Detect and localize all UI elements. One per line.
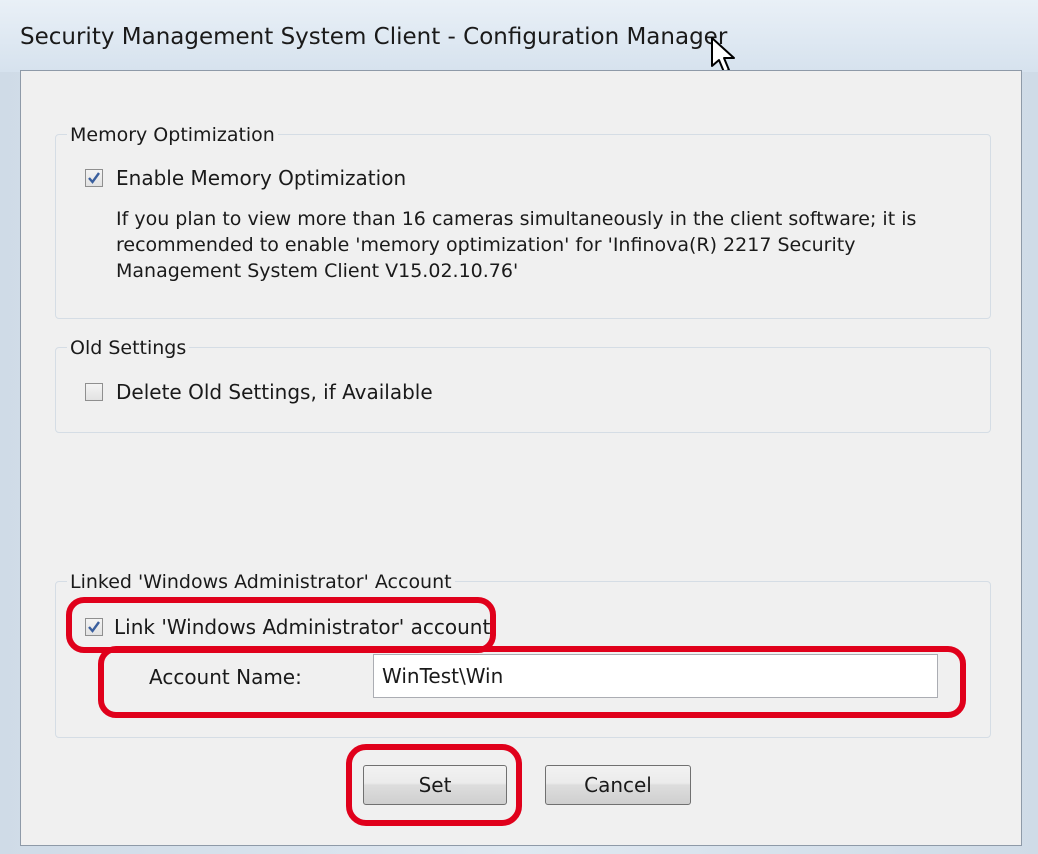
cancel-button[interactable]: Cancel — [545, 765, 691, 805]
delete-old-settings-label: Delete Old Settings, if Available — [116, 380, 433, 404]
linked-account-legend: Linked 'Windows Administrator' Account — [67, 571, 455, 593]
checkmark-icon — [88, 172, 100, 184]
enable-memory-optimization-label: Enable Memory Optimization — [116, 166, 407, 190]
account-name-highlight — [98, 646, 966, 718]
window-frame: Security Management System Client - Conf… — [0, 0, 1038, 854]
enable-memory-optimization-checkbox[interactable] — [85, 169, 103, 187]
memory-optimization-legend: Memory Optimization — [67, 124, 278, 146]
set-button-highlight — [346, 744, 522, 826]
title-bar[interactable]: Security Management System Client - Conf… — [0, 0, 1038, 73]
window-title: Security Management System Client - Conf… — [20, 24, 728, 50]
dialog-body: Memory Optimization Enable Memory Optimi… — [20, 70, 1022, 846]
old-settings-legend: Old Settings — [67, 337, 190, 359]
memory-optimization-description: If you plan to view more than 16 cameras… — [116, 208, 917, 282]
link-account-highlight — [66, 597, 496, 653]
delete-old-settings-checkbox[interactable] — [85, 383, 103, 401]
